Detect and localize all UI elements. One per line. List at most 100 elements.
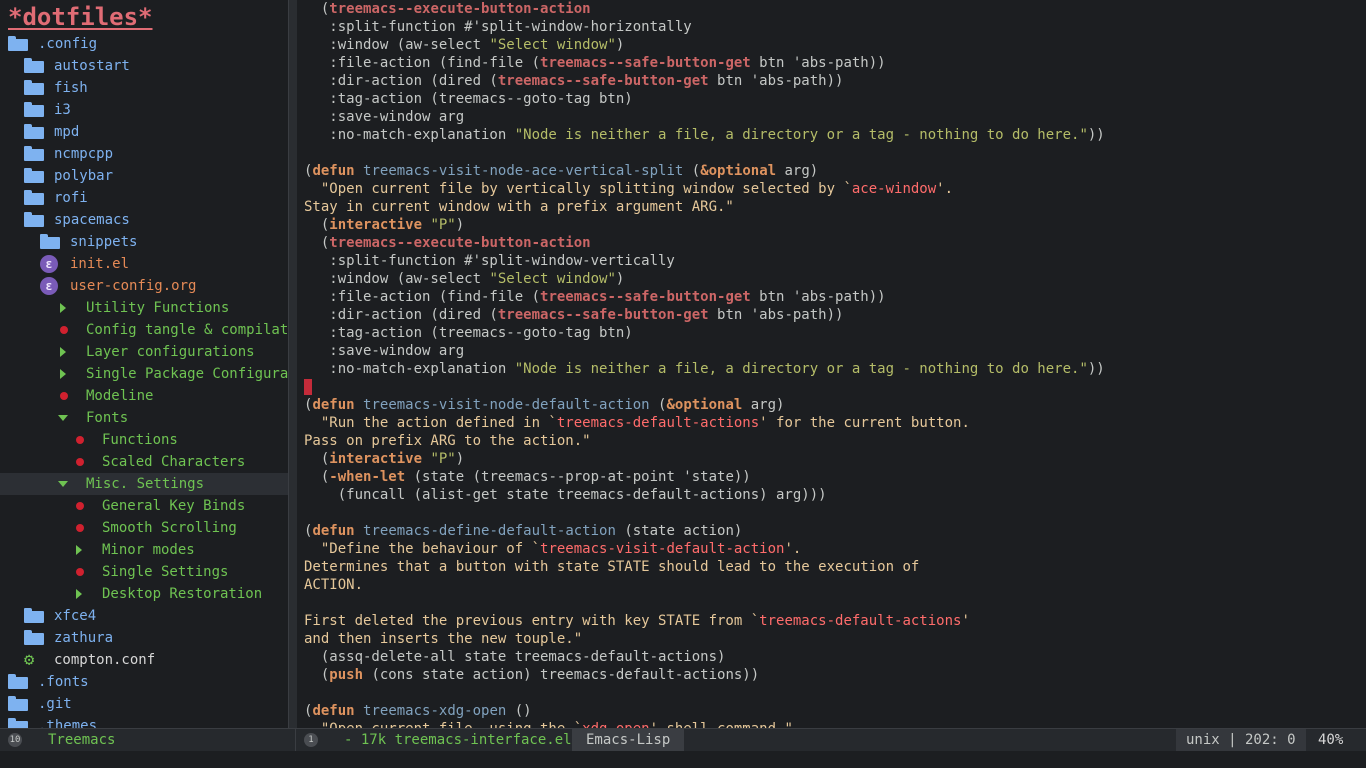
tree-item[interactable]: ε init.el bbox=[0, 253, 288, 275]
window-number-badge: 10 bbox=[8, 733, 22, 747]
tree-item[interactable]: .config bbox=[0, 33, 288, 55]
collapsed-arrow-icon bbox=[56, 344, 76, 360]
tree-item-label: xfce4 bbox=[54, 608, 97, 624]
tree-item[interactable]: fish bbox=[0, 77, 288, 99]
folder-icon bbox=[8, 718, 28, 728]
tree-item[interactable]: rofi bbox=[0, 187, 288, 209]
tree-item-label: Functions bbox=[102, 432, 178, 448]
tree-item[interactable]: ncmpcpp bbox=[0, 143, 288, 165]
tree-item-label: mpd bbox=[54, 124, 80, 140]
tree-item[interactable]: autostart bbox=[0, 55, 288, 77]
tree-item-label: Modeline bbox=[86, 388, 154, 404]
treemacs-sidebar[interactable]: *dotfiles* .config autostart fish i3 mpd ncmp… bbox=[0, 0, 288, 728]
workspace-title: *dotfiles* bbox=[8, 3, 153, 31]
tree-item[interactable]: mpd bbox=[0, 121, 288, 143]
tree-item[interactable]: Minor modes bbox=[0, 539, 288, 561]
tree-item[interactable]: Fonts bbox=[0, 407, 288, 429]
tree-item[interactable]: snippets bbox=[0, 231, 288, 253]
tree-item-label: compton.conf bbox=[54, 652, 156, 668]
tree-item-label: Single Package Configuration bbox=[86, 366, 288, 382]
tree-item[interactable]: xfce4 bbox=[0, 605, 288, 627]
tree-item-label: init.el bbox=[70, 256, 130, 272]
expanded-arrow-icon bbox=[56, 410, 76, 426]
tree-item[interactable]: spacemacs bbox=[0, 209, 288, 231]
folder-icon bbox=[8, 36, 28, 52]
tree-item-label: fish bbox=[54, 80, 88, 96]
window-number-badge: 1 bbox=[304, 733, 318, 747]
folder-icon bbox=[40, 234, 60, 250]
emacs-lisp-icon: ε bbox=[40, 277, 60, 295]
tree-item[interactable]: Misc. Settings bbox=[0, 473, 288, 495]
tree-item-label: Minor modes bbox=[102, 542, 195, 558]
tree-item-label: rofi bbox=[54, 190, 88, 206]
tree-item-label: i3 bbox=[54, 102, 71, 118]
tree-item[interactable]: Functions bbox=[0, 429, 288, 451]
leaf-dot-icon bbox=[72, 520, 92, 536]
tree-item-label: Misc. Settings bbox=[86, 476, 205, 492]
tree-item[interactable]: polybar bbox=[0, 165, 288, 187]
tree-item-label: General Key Binds bbox=[102, 498, 246, 514]
leaf-dot-icon bbox=[56, 322, 76, 338]
tree-item-label: .fonts bbox=[38, 674, 89, 690]
tree-item-label: Config tangle & compilation bbox=[86, 322, 288, 338]
tree-item-label: Fonts bbox=[86, 410, 129, 426]
tree-item-label: Single Settings bbox=[102, 564, 229, 580]
gear-icon: ⚙ bbox=[24, 650, 35, 670]
tree-item[interactable]: .git bbox=[0, 693, 288, 715]
tree-item[interactable]: Smooth Scrolling bbox=[0, 517, 288, 539]
tree-item[interactable]: ⚙ compton.conf bbox=[0, 649, 288, 671]
collapsed-arrow-icon bbox=[72, 586, 92, 602]
folder-icon bbox=[24, 630, 44, 646]
leaf-dot-icon bbox=[72, 454, 92, 470]
tree-item[interactable]: i3 bbox=[0, 99, 288, 121]
tree-item[interactable]: Modeline bbox=[0, 385, 288, 407]
tree-item-label: .git bbox=[38, 696, 72, 712]
tree-item[interactable]: Config tangle & compilation bbox=[0, 319, 288, 341]
code-buffer[interactable]: (treemacs--execute-button-action :split-… bbox=[304, 0, 1105, 728]
folder-icon bbox=[8, 696, 28, 712]
tree-item-label: Desktop Restoration bbox=[102, 586, 263, 602]
tree-item[interactable]: zathura bbox=[0, 627, 288, 649]
tree-item[interactable]: .fonts bbox=[0, 671, 288, 693]
folder-icon bbox=[24, 190, 44, 206]
tree-item[interactable]: Desktop Restoration bbox=[0, 583, 288, 605]
tree-item[interactable]: General Key Binds bbox=[0, 495, 288, 517]
leaf-dot-icon bbox=[56, 388, 76, 404]
tree-item[interactable]: Layer configurations bbox=[0, 341, 288, 363]
tree-item-label: spacemacs bbox=[54, 212, 130, 228]
collapsed-arrow-icon bbox=[72, 542, 92, 558]
tree-item[interactable]: ε user-config.org bbox=[0, 275, 288, 297]
tree-item-label: user-config.org bbox=[70, 278, 197, 294]
tree-item-label: ncmpcpp bbox=[54, 146, 114, 162]
mode-line: 10 Treemacs 1 - 17k treemacs-interface.e… bbox=[0, 728, 1366, 751]
tree-item[interactable]: Single Package Configuration bbox=[0, 363, 288, 385]
tree-item-label: Smooth Scrolling bbox=[102, 520, 237, 536]
folder-icon bbox=[24, 124, 44, 140]
folder-icon bbox=[24, 608, 44, 624]
tree-item-label: polybar bbox=[54, 168, 114, 184]
tree-item-label: Scaled Characters bbox=[102, 454, 246, 470]
folder-icon bbox=[24, 102, 44, 118]
leaf-dot-icon bbox=[72, 432, 92, 448]
tree-item-label: .config bbox=[38, 36, 98, 52]
tree-item-label: zathura bbox=[54, 630, 114, 646]
major-mode-indicator[interactable]: Emacs-Lisp bbox=[572, 729, 685, 751]
leaf-dot-icon bbox=[72, 564, 92, 580]
leaf-dot-icon bbox=[72, 498, 92, 514]
echo-area[interactable] bbox=[0, 751, 1366, 768]
folder-icon bbox=[24, 58, 44, 74]
buffer-percent: 40% bbox=[1318, 732, 1344, 748]
tree-item[interactable]: Single Settings bbox=[0, 561, 288, 583]
folder-icon bbox=[24, 212, 44, 228]
tree-item[interactable]: Scaled Characters bbox=[0, 451, 288, 473]
tree-item-label: Utility Functions bbox=[86, 300, 230, 316]
folder-icon bbox=[24, 146, 44, 162]
expanded-arrow-icon bbox=[56, 476, 76, 492]
tree-item[interactable]: .themes bbox=[0, 715, 288, 728]
window-divider[interactable] bbox=[288, 0, 297, 728]
text-cursor bbox=[304, 379, 312, 395]
tree-item[interactable]: Utility Functions bbox=[0, 297, 288, 319]
code-editor[interactable]: (treemacs--execute-button-action :split-… bbox=[297, 0, 1366, 728]
tree-item-label: Layer configurations bbox=[86, 344, 255, 360]
folder-icon bbox=[8, 674, 28, 690]
